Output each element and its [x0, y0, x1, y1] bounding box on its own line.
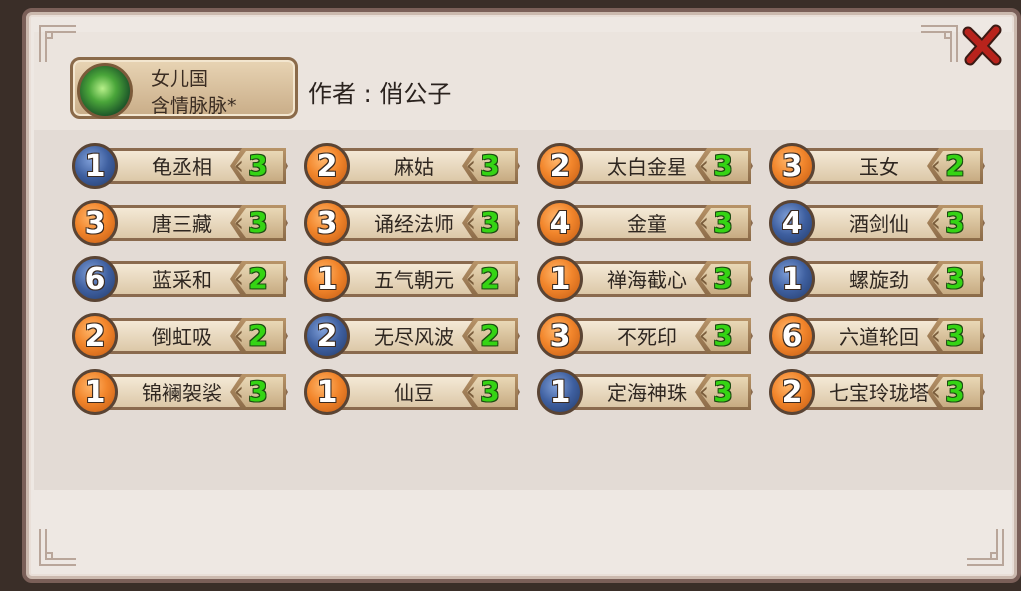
card-name: 无尽风波: [374, 325, 454, 349]
corner-ornament-icon: [38, 527, 78, 567]
card-entry[interactable]: ‹ 七宝玲珑塔 3 2: [769, 369, 989, 415]
card-count: 3: [713, 206, 733, 239]
close-button[interactable]: [960, 22, 1006, 68]
card-name: 蓝采和: [152, 268, 212, 292]
card-count: 2: [480, 319, 500, 352]
card-name: 五气朝元: [374, 268, 454, 292]
cost-badge: 1: [537, 256, 583, 302]
cost-badge: 1: [769, 256, 815, 302]
card-entry[interactable]: ‹ 倒虹吸 2 2: [72, 313, 292, 359]
card-entry[interactable]: ‹ 金童 3 4: [537, 200, 757, 246]
deck-name: 含情脉脉*: [151, 95, 237, 117]
card-entry[interactable]: ‹ 锦襕袈裟 3 1: [72, 369, 292, 415]
card-name: 玉女: [859, 155, 899, 179]
cost-badge: 1: [72, 369, 118, 415]
card-name: 麻姑: [394, 155, 434, 179]
card-name: 唐三藏: [152, 212, 212, 236]
corner-ornament-icon: [919, 24, 959, 64]
card-count: 3: [248, 149, 268, 182]
cost-badge: 3: [304, 200, 350, 246]
card-name: 倒虹吸: [152, 325, 212, 349]
cost-badge: 6: [72, 256, 118, 302]
card-name: 太白金星: [607, 155, 687, 179]
card-name: 定海神珠: [607, 381, 687, 405]
card-count: 3: [945, 319, 965, 352]
card-count: 3: [248, 375, 268, 408]
card-entry[interactable]: ‹ 玉女 2 3: [769, 143, 989, 189]
cost-badge: 3: [769, 143, 815, 189]
cost-badge: 2: [72, 313, 118, 359]
card-name: 锦襕袈裟: [142, 381, 222, 405]
card-count: 2: [248, 262, 268, 295]
card-entry[interactable]: ‹ 仙豆 3 1: [304, 369, 524, 415]
card-name: 螺旋劲: [849, 268, 909, 292]
card-count: 3: [945, 375, 965, 408]
cost-badge: 1: [304, 256, 350, 302]
card-entry[interactable]: ‹ 五气朝元 2 1: [304, 256, 524, 302]
card-count: 2: [945, 149, 965, 182]
card-entry[interactable]: ‹ 无尽风波 2 2: [304, 313, 524, 359]
card-count: 3: [945, 262, 965, 295]
card-name: 龟丞相: [152, 155, 212, 179]
cost-badge: 2: [304, 313, 350, 359]
cost-badge: 4: [537, 200, 583, 246]
card-entry[interactable]: ‹ 太白金星 3 2: [537, 143, 757, 189]
card-count: 3: [945, 206, 965, 239]
card-count: 3: [248, 206, 268, 239]
card-name: 金童: [627, 212, 667, 236]
card-entry[interactable]: ‹ 六道轮回 3 6: [769, 313, 989, 359]
author-text: 作者 : 俏公子: [308, 80, 452, 108]
card-entry[interactable]: ‹ 龟丞相 3 1: [72, 143, 292, 189]
faction-emblem-icon: [77, 63, 133, 119]
cost-badge: 1: [72, 143, 118, 189]
card-count: 3: [480, 149, 500, 182]
deck-faction: 女儿国: [151, 68, 209, 90]
card-count: 3: [713, 262, 733, 295]
card-name: 仙豆: [394, 381, 434, 405]
cost-badge: 1: [537, 369, 583, 415]
card-entry[interactable]: ‹ 麻姑 3 2: [304, 143, 524, 189]
card-count: 2: [248, 319, 268, 352]
cost-badge: 6: [769, 313, 815, 359]
card-entry[interactable]: ‹ 诵经法师 3 3: [304, 200, 524, 246]
close-x-icon: [962, 24, 1002, 66]
card-entry[interactable]: ‹ 唐三藏 3 3: [72, 200, 292, 246]
card-count: 3: [713, 149, 733, 182]
author-line: 作者 : 俏公子: [308, 74, 451, 109]
card-count: 2: [480, 262, 500, 295]
card-name: 禅海截心: [607, 268, 687, 292]
card-name: 诵经法师: [374, 212, 454, 236]
corner-ornament-icon: [965, 527, 1005, 567]
card-count: 3: [480, 206, 500, 239]
cost-badge: 3: [537, 313, 583, 359]
cost-badge: 4: [769, 200, 815, 246]
card-name: 六道轮回: [839, 325, 919, 349]
cost-badge: 1: [304, 369, 350, 415]
card-entry[interactable]: ‹ 不死印 3 3: [537, 313, 757, 359]
card-name: 酒剑仙: [849, 212, 909, 236]
card-count: 3: [713, 375, 733, 408]
card-entry[interactable]: ‹ 酒剑仙 3 4: [769, 200, 989, 246]
cost-badge: 2: [537, 143, 583, 189]
card-entry[interactable]: ‹ 定海神珠 3 1: [537, 369, 757, 415]
corner-ornament-icon: [38, 24, 78, 64]
deck-info-card: 女儿国 含情脉脉*: [70, 57, 298, 119]
cost-badge: 3: [72, 200, 118, 246]
cost-badge: 2: [304, 143, 350, 189]
card-entry[interactable]: ‹ 禅海截心 3 1: [537, 256, 757, 302]
card-name: 不死印: [617, 325, 677, 349]
card-count: 3: [480, 375, 500, 408]
card-name: 七宝玲珑塔: [829, 381, 929, 405]
card-entry[interactable]: ‹ 螺旋劲 3 1: [769, 256, 989, 302]
card-entry[interactable]: ‹ 蓝采和 2 6: [72, 256, 292, 302]
card-count: 3: [713, 319, 733, 352]
cost-badge: 2: [769, 369, 815, 415]
